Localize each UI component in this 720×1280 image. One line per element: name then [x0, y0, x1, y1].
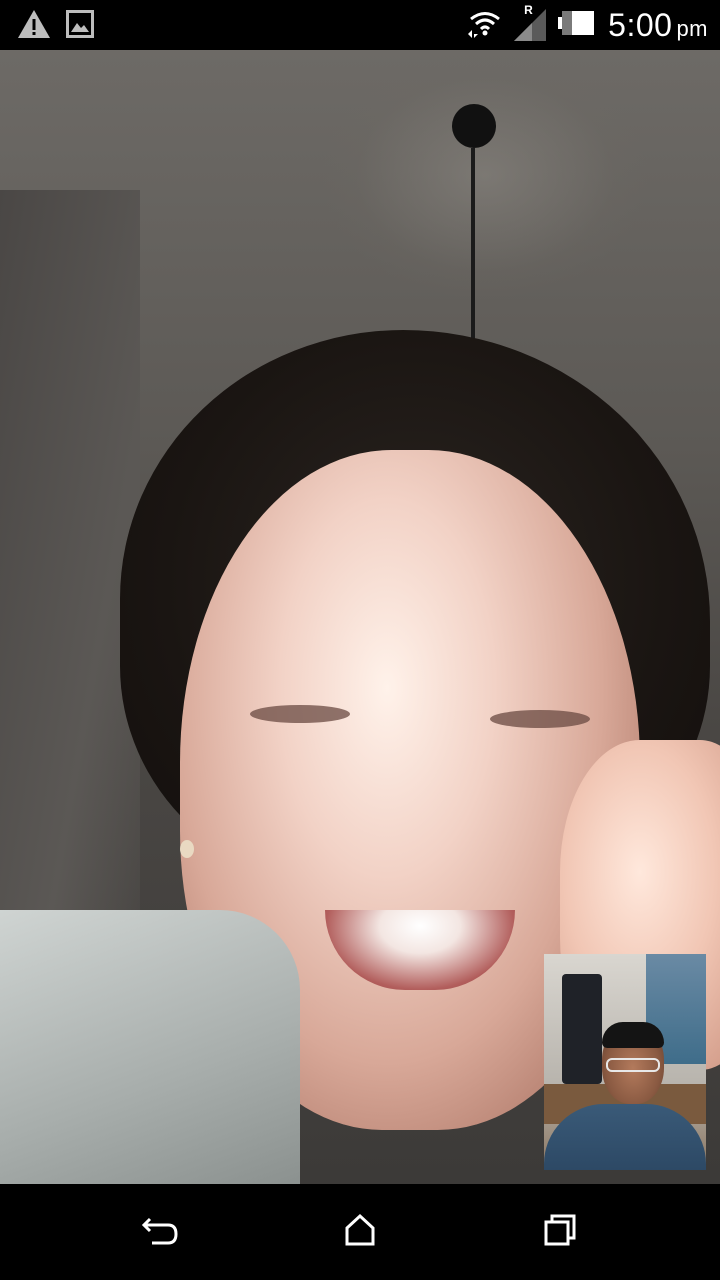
wifi-icon	[468, 8, 502, 43]
light-cord	[471, 148, 475, 348]
person-eye-left	[250, 705, 350, 723]
warning-icon	[16, 8, 52, 45]
self-view-chair	[562, 974, 602, 1084]
person-eye-right	[490, 710, 590, 728]
system-indicators: R 5:00 pm	[468, 3, 708, 46]
self-view-glasses	[606, 1058, 660, 1072]
roaming-indicator: R	[524, 3, 533, 17]
self-view-feed[interactable]	[544, 954, 706, 1170]
ceiling-rose	[320, 50, 650, 300]
home-button[interactable]	[330, 1204, 390, 1260]
remote-video-feed[interactable]	[0, 50, 720, 1184]
recent-apps-button[interactable]	[530, 1204, 590, 1260]
clock-ampm: pm	[676, 15, 708, 41]
navigation-bar	[0, 1184, 720, 1280]
back-icon	[140, 1213, 180, 1252]
image-notification-icon	[66, 10, 94, 43]
home-icon	[343, 1213, 377, 1252]
ceiling-light	[452, 104, 496, 148]
cell-signal-icon: R	[512, 3, 548, 43]
back-button[interactable]	[130, 1204, 190, 1260]
battery-icon	[558, 9, 598, 42]
clock: 5:00 pm	[608, 7, 708, 44]
self-view-hair	[602, 1022, 664, 1048]
person-earring	[180, 840, 194, 858]
clock-time: 5:00	[608, 6, 673, 43]
person-shirt	[0, 910, 300, 1184]
status-bar: R 5:00 pm	[0, 0, 720, 50]
notification-area	[16, 8, 94, 45]
recent-apps-icon	[543, 1213, 577, 1252]
